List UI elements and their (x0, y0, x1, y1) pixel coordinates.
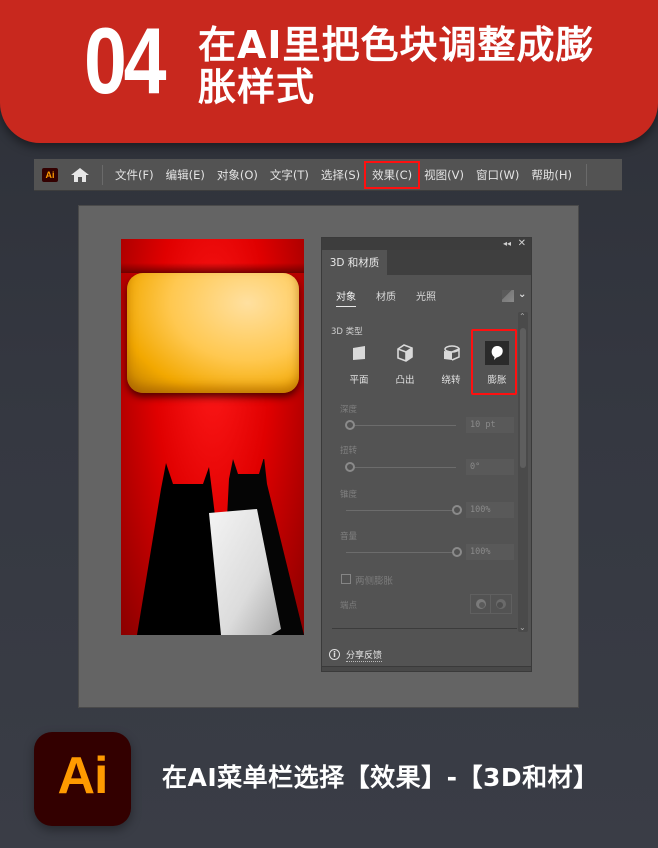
subtab-lighting[interactable]: 光照 (416, 288, 436, 307)
menu-file[interactable]: 文件(F) (109, 163, 160, 187)
cap-on-button[interactable] (471, 595, 491, 613)
step-number: 04 (84, 8, 166, 113)
panel-divider (332, 628, 517, 629)
artwork-yellow-block (127, 273, 299, 393)
twist-value[interactable]: 0° (466, 459, 514, 475)
collapse-icon[interactable]: ◂◂ (503, 239, 511, 249)
twist-label: 扭转 (340, 446, 358, 456)
menu-separator (585, 163, 587, 186)
volume-slider[interactable] (346, 552, 456, 553)
canvas-area[interactable]: ◂◂ ✕ 3D 和材质 对象 材质 光照 ⌄ ⌃ ⌄ 3D 类型 平面 凸出 绕… (79, 206, 578, 707)
volume-value[interactable]: 100% (466, 544, 514, 560)
scroll-thumb[interactable] (520, 328, 526, 468)
close-icon[interactable]: ✕ (518, 238, 526, 249)
menu-effect[interactable]: 效果(C) (364, 160, 421, 189)
depth-slider[interactable] (346, 425, 456, 426)
cap-buttons (470, 594, 512, 614)
type-label: 凸出 (395, 375, 415, 386)
info-icon: i (329, 649, 340, 660)
instruction-caption: 在AI菜单栏选择【效果】-【3D和材】 (162, 763, 599, 792)
panel-tab-bar: 3D 和材质 (322, 250, 531, 275)
cap-off-button[interactable] (491, 595, 511, 613)
depth-label: 深度 (340, 405, 358, 415)
taper-label: 锥度 (340, 490, 358, 500)
3d-type-label: 3D 类型 (331, 327, 363, 337)
type-revolve[interactable]: 绕转 (428, 341, 474, 386)
menu-bar: Ai 文件(F) 编辑(E) 对象(O) 文字(T) 选择(S) 效果(C) 视… (34, 159, 622, 191)
menu-edit[interactable]: 编辑(E) (160, 163, 211, 187)
inflate-both-sides-label: 两侧膨胀 (355, 576, 394, 587)
artwork-cats (121, 459, 304, 635)
artwork-shadow (121, 263, 304, 273)
home-icon[interactable] (70, 167, 90, 183)
menu-select[interactable]: 选择(S) (315, 163, 366, 187)
depth-value[interactable]: 10 pt (466, 417, 514, 433)
header-banner: 04 在AI里把色块调整成膨胀样式 (0, 0, 658, 143)
type-label: 绕转 (441, 375, 461, 386)
type-extrude[interactable]: 凸出 (382, 341, 428, 386)
illustrator-logo: Ai (34, 732, 131, 826)
share-feedback-link[interactable]: 分享反馈 (346, 648, 383, 662)
panel-title-bar[interactable]: ◂◂ ✕ (322, 238, 531, 250)
taper-value[interactable]: 100% (466, 502, 514, 518)
extrude-icon (393, 341, 417, 365)
twist-slider[interactable] (346, 467, 456, 468)
inflate-both-sides-checkbox[interactable] (341, 574, 351, 584)
artwork-inflated[interactable] (121, 239, 304, 635)
panel-subtabs: 对象 材质 光照 (336, 288, 436, 307)
menu-window[interactable]: 窗口(W) (470, 163, 525, 187)
taper-slider[interactable] (346, 510, 456, 511)
subtab-material[interactable]: 材质 (376, 288, 396, 307)
scroll-up-icon[interactable]: ⌃ (519, 312, 526, 321)
subtab-object[interactable]: 对象 (336, 288, 356, 307)
depth-slider-knob[interactable] (345, 420, 355, 430)
menu-object[interactable]: 对象(O) (211, 163, 264, 187)
app-logo-icon: Ai (42, 167, 58, 182)
render-icon[interactable] (502, 290, 514, 302)
3d-materials-panel: ◂◂ ✕ 3D 和材质 对象 材质 光照 ⌄ ⌃ ⌄ 3D 类型 平面 凸出 绕… (321, 237, 532, 672)
panel-resize-handle[interactable] (322, 666, 531, 671)
cap-label: 端点 (340, 601, 358, 611)
menu-separator (102, 164, 103, 185)
menu-help[interactable]: 帮助(H) (525, 163, 578, 187)
scroll-down-icon[interactable]: ⌄ (519, 623, 526, 632)
type-label: 平面 (349, 375, 369, 386)
volume-label: 音量 (340, 532, 358, 542)
chevron-down-icon[interactable]: ⌄ (518, 289, 526, 300)
twist-slider-knob[interactable] (345, 462, 355, 472)
revolve-icon (439, 341, 463, 365)
plane-icon (347, 341, 371, 365)
volume-slider-knob[interactable] (452, 547, 462, 557)
menu-view[interactable]: 视图(V) (418, 163, 470, 187)
tab-3d-materials[interactable]: 3D 和材质 (322, 250, 387, 275)
taper-slider-knob[interactable] (452, 505, 462, 515)
inflate-highlight-box (471, 329, 517, 395)
menu-type[interactable]: 文字(T) (264, 163, 315, 187)
type-plane[interactable]: 平面 (336, 341, 382, 386)
banner-title: 在AI里把色块调整成膨胀样式 (198, 23, 595, 109)
illustrator-logo-text: Ai (57, 747, 109, 805)
